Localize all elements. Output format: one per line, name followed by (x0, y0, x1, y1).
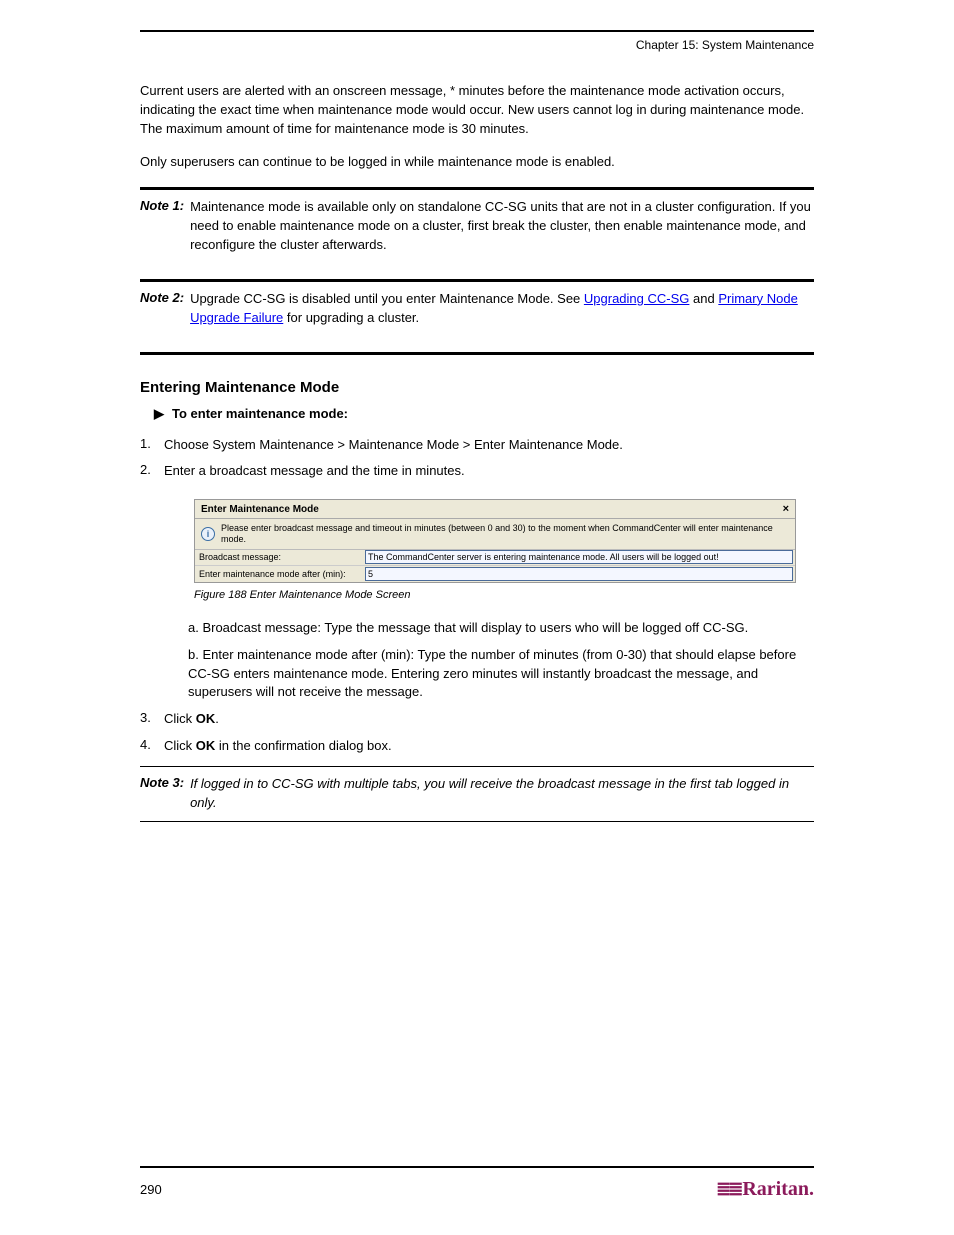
step-1: 1. Choose System Maintenance > Maintenan… (140, 436, 814, 455)
figure-caption: Figure 188 Enter Maintenance Mode Screen (194, 589, 814, 601)
note-2-prefix: Upgrade CC-SG is disabled until you ente… (190, 291, 584, 306)
note-2-mid: and (693, 291, 718, 306)
brand-logo-text: Raritan. (742, 1178, 814, 1201)
arrow-icon: ▶ (154, 406, 172, 422)
page-footer: 290 ≣≣ Raritan. (140, 1166, 814, 1201)
note-1: Note 1: Maintenance mode is available on… (140, 190, 814, 263)
broadcast-message-input[interactable] (365, 550, 793, 564)
step-2b: b. Enter maintenance mode after (min): T… (164, 646, 814, 703)
step-3: 3. Click OK. (140, 710, 814, 729)
intro-paragraph-2: Only superusers can continue to be logge… (140, 153, 814, 172)
step-3-ok: OK (196, 711, 216, 726)
chapter-header: Chapter 15: System Maintenance (140, 38, 814, 52)
upgrading-ccsg-link[interactable]: Upgrading CC-SG (584, 291, 690, 306)
dialog-info-text: Please enter broadcast message and timeo… (221, 523, 789, 545)
note-3-body: If logged in to CC-SG with multiple tabs… (190, 775, 814, 813)
step-2: 2. Enter a broadcast message and the tim… (140, 462, 814, 481)
info-icon: i (201, 527, 215, 541)
step-4-post: in the confirmation dialog box. (215, 738, 391, 753)
note-1-body: Maintenance mode is available only on st… (190, 198, 814, 255)
procedure-bullet: ▶ To enter maintenance mode: (154, 406, 814, 422)
brand-logo: ≣≣ Raritan. (716, 1178, 814, 1201)
note-2-suffix: for upgrading a cluster. (287, 310, 419, 325)
note-3-label: Note 3: (140, 775, 184, 790)
step-3-pre: Click (164, 711, 196, 726)
step-4-ok: OK (196, 738, 216, 753)
page-number: 290 (140, 1182, 162, 1197)
section-title: Entering Maintenance Mode (140, 379, 814, 396)
dialog-title: Enter Maintenance Mode (201, 504, 319, 515)
note-2: Note 2: Upgrade CC-SG is disabled until … (140, 282, 814, 336)
brand-logo-icon: ≣≣ (716, 1179, 740, 1200)
timeout-min-label: Enter maintenance mode after (min): (195, 569, 365, 579)
note-2-body: Upgrade CC-SG is disabled until you ente… (190, 290, 814, 328)
step-2a: a. Broadcast message: Type the message t… (164, 619, 814, 638)
step-3-post: . (215, 711, 219, 726)
intro-paragraph-1: Current users are alerted with an onscre… (140, 82, 814, 139)
note-2-label: Note 2: (140, 290, 184, 305)
enter-maintenance-dialog: Enter Maintenance Mode × i Please enter … (194, 499, 796, 583)
step-2a-text: a. Broadcast message: Type the message t… (188, 619, 814, 638)
note-3: Note 3: If logged in to CC-SG with multi… (140, 767, 814, 821)
note-1-label: Note 1: (140, 198, 184, 213)
step-2b-text: b. Enter maintenance mode after (min): T… (188, 646, 814, 703)
close-icon[interactable]: × (783, 503, 789, 515)
step-2-text: Enter a broadcast message and the time i… (164, 462, 814, 481)
timeout-min-input[interactable] (365, 567, 793, 581)
step-1-text: Choose System Maintenance > Maintenance … (164, 436, 814, 455)
step-4: 4. Click OK in the confirmation dialog b… (140, 737, 814, 756)
step-4-pre: Click (164, 738, 196, 753)
broadcast-message-label: Broadcast message: (195, 552, 365, 562)
procedure-label: To enter maintenance mode: (172, 406, 814, 422)
